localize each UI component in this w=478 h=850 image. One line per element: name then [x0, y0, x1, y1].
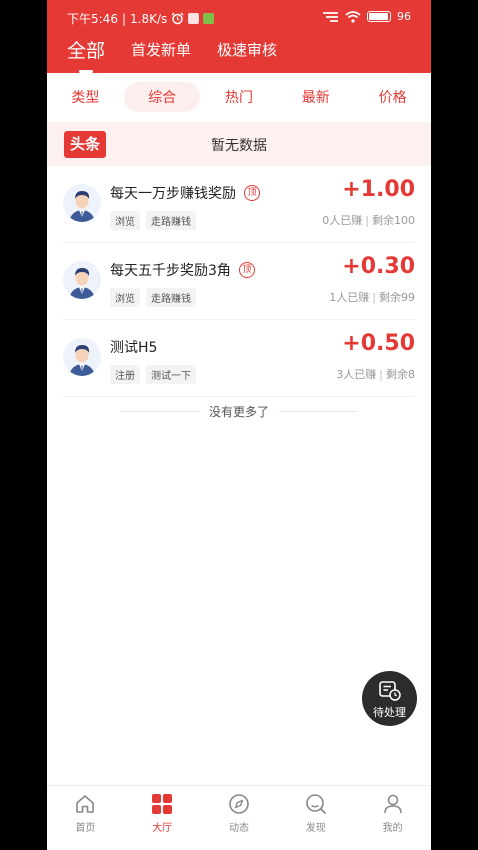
pending-clock-icon — [379, 681, 401, 701]
data-signal-icon — [323, 11, 338, 22]
divider-line — [279, 410, 357, 412]
nav-home[interactable]: 首页 — [47, 786, 124, 850]
nav-label: 首页 — [75, 823, 96, 834]
nav-label: 发现 — [305, 823, 326, 834]
app-screen: 下午5:46 | 1.8K/s 96 全部 首发新单 极速审核 类型 综合 热门 — [47, 0, 431, 850]
nav-label: 我的 — [382, 823, 403, 834]
network-speed: 1.8K/s — [130, 11, 168, 26]
remaining-count: 剩余99 — [379, 291, 415, 304]
avatar — [63, 261, 101, 299]
remaining-count: 剩余8 — [386, 368, 415, 381]
task-tag: 浏览 — [110, 288, 140, 307]
task-tags: 浏览 走路赚钱 — [110, 288, 196, 307]
task-item[interactable]: 每天五千步奖励3角 顶 浏览 走路赚钱 +0.30 1人已赚 | 剩余99 — [63, 243, 415, 320]
task-title: 每天五千步奖励3角 顶 — [110, 260, 255, 280]
battery-icon — [367, 11, 391, 22]
task-tags: 注册 测试一下 — [110, 365, 196, 384]
remaining-count: 剩余100 — [372, 214, 415, 227]
earned-count: 3人已赚 — [336, 368, 377, 381]
task-tag: 走路赚钱 — [146, 288, 196, 307]
compass-icon — [229, 794, 249, 814]
earned-count: 1人已赚 — [329, 291, 370, 304]
discover-icon — [305, 794, 326, 814]
task-tag: 浏览 — [110, 211, 140, 230]
task-list: 每天一万步赚钱奖励 顶 浏览 走路赚钱 +1.00 0人已赚 | 剩余100 每天五… — [47, 166, 431, 397]
filter-overall[interactable]: 综合 — [124, 82, 201, 112]
task-title: 每天一万步赚钱奖励 顶 — [110, 183, 260, 203]
top-tabs: 全部 首发新单 极速审核 — [67, 36, 277, 72]
pending-label: 待处理 — [373, 706, 406, 719]
tab-first-release[interactable]: 首发新单 — [131, 36, 191, 60]
divider-line — [120, 410, 199, 412]
nav-profile[interactable]: 我的 — [354, 786, 431, 850]
task-item[interactable]: 测试H5 注册 测试一下 +0.50 3人已赚 | 剩余8 — [63, 320, 415, 397]
headline-badge: 头条 — [64, 131, 107, 158]
nav-label: 动态 — [228, 823, 249, 834]
tab-fast-review[interactable]: 极速审核 — [217, 36, 277, 60]
wifi-icon — [345, 10, 361, 23]
list-end-text: 没有更多了 — [208, 404, 269, 419]
task-item[interactable]: 每天一万步赚钱奖励 顶 浏览 走路赚钱 +1.00 0人已赚 | 剩余100 — [63, 166, 415, 243]
task-tag: 走路赚钱 — [146, 211, 196, 230]
status-time: 下午5:46 — [67, 12, 118, 26]
task-tag: 测试一下 — [146, 365, 196, 384]
filter-latest[interactable]: 最新 — [278, 82, 354, 112]
task-stats: 1人已赚 | 剩余99 — [329, 289, 415, 305]
filter-hot[interactable]: 热门 — [201, 82, 277, 112]
task-tags: 浏览 走路赚钱 — [110, 211, 196, 230]
task-title-text: 每天五千步奖励3角 — [110, 263, 231, 279]
status-divider: | — [121, 11, 126, 26]
list-end: 没有更多了 — [47, 400, 431, 422]
home-icon — [76, 795, 95, 813]
nav-hall[interactable]: 大厅 — [124, 786, 201, 850]
tab-all[interactable]: 全部 — [67, 36, 105, 63]
earned-count: 0人已赚 — [322, 214, 363, 227]
stat-divider: | — [365, 214, 369, 227]
status-bar: 下午5:46 | 1.8K/s 96 — [47, 0, 431, 34]
grid-icon — [152, 794, 173, 814]
headline-bar[interactable]: 暂无数据 头条 — [47, 122, 431, 166]
bottom-nav: 首页 大厅 动态 发现 我的 — [47, 785, 431, 850]
calendar-icon — [188, 13, 200, 24]
avatar — [63, 338, 101, 376]
filter-bar: 类型 综合 热门 最新 价格 — [47, 73, 431, 121]
filter-type[interactable]: 类型 — [47, 82, 123, 112]
task-stats: 0人已赚 | 剩余100 — [322, 212, 415, 228]
task-tag: 注册 — [110, 365, 140, 384]
download-icon — [203, 13, 215, 24]
task-reward: +1.00 — [342, 177, 415, 202]
alarm-icon — [171, 12, 184, 25]
avatar — [63, 184, 101, 222]
task-title-text: 每天一万步赚钱奖励 — [110, 186, 236, 202]
user-icon — [383, 794, 402, 814]
nav-feed[interactable]: 动态 — [201, 786, 278, 850]
task-title-text: 测试H5 — [110, 340, 158, 356]
stat-divider: | — [372, 291, 376, 304]
task-title: 测试H5 — [110, 337, 157, 357]
pending-button[interactable]: 待处理 — [362, 671, 417, 726]
pinned-badge: 顶 — [244, 185, 260, 201]
pinned-badge: 顶 — [238, 262, 255, 278]
battery-level: 96 — [397, 10, 411, 23]
task-stats: 3人已赚 | 剩余8 — [336, 366, 415, 382]
filter-price[interactable]: 价格 — [355, 82, 431, 112]
status-right: 96 — [322, 10, 411, 23]
stat-divider: | — [379, 368, 383, 381]
status-left: 下午5:46 | 1.8K/s — [67, 10, 215, 27]
header: 下午5:46 | 1.8K/s 96 全部 首发新单 极速审核 — [47, 0, 431, 73]
nav-label: 大厅 — [152, 823, 173, 834]
task-reward: +0.50 — [342, 331, 415, 356]
nav-discover[interactable]: 发现 — [277, 786, 354, 850]
task-reward: +0.30 — [342, 254, 415, 279]
